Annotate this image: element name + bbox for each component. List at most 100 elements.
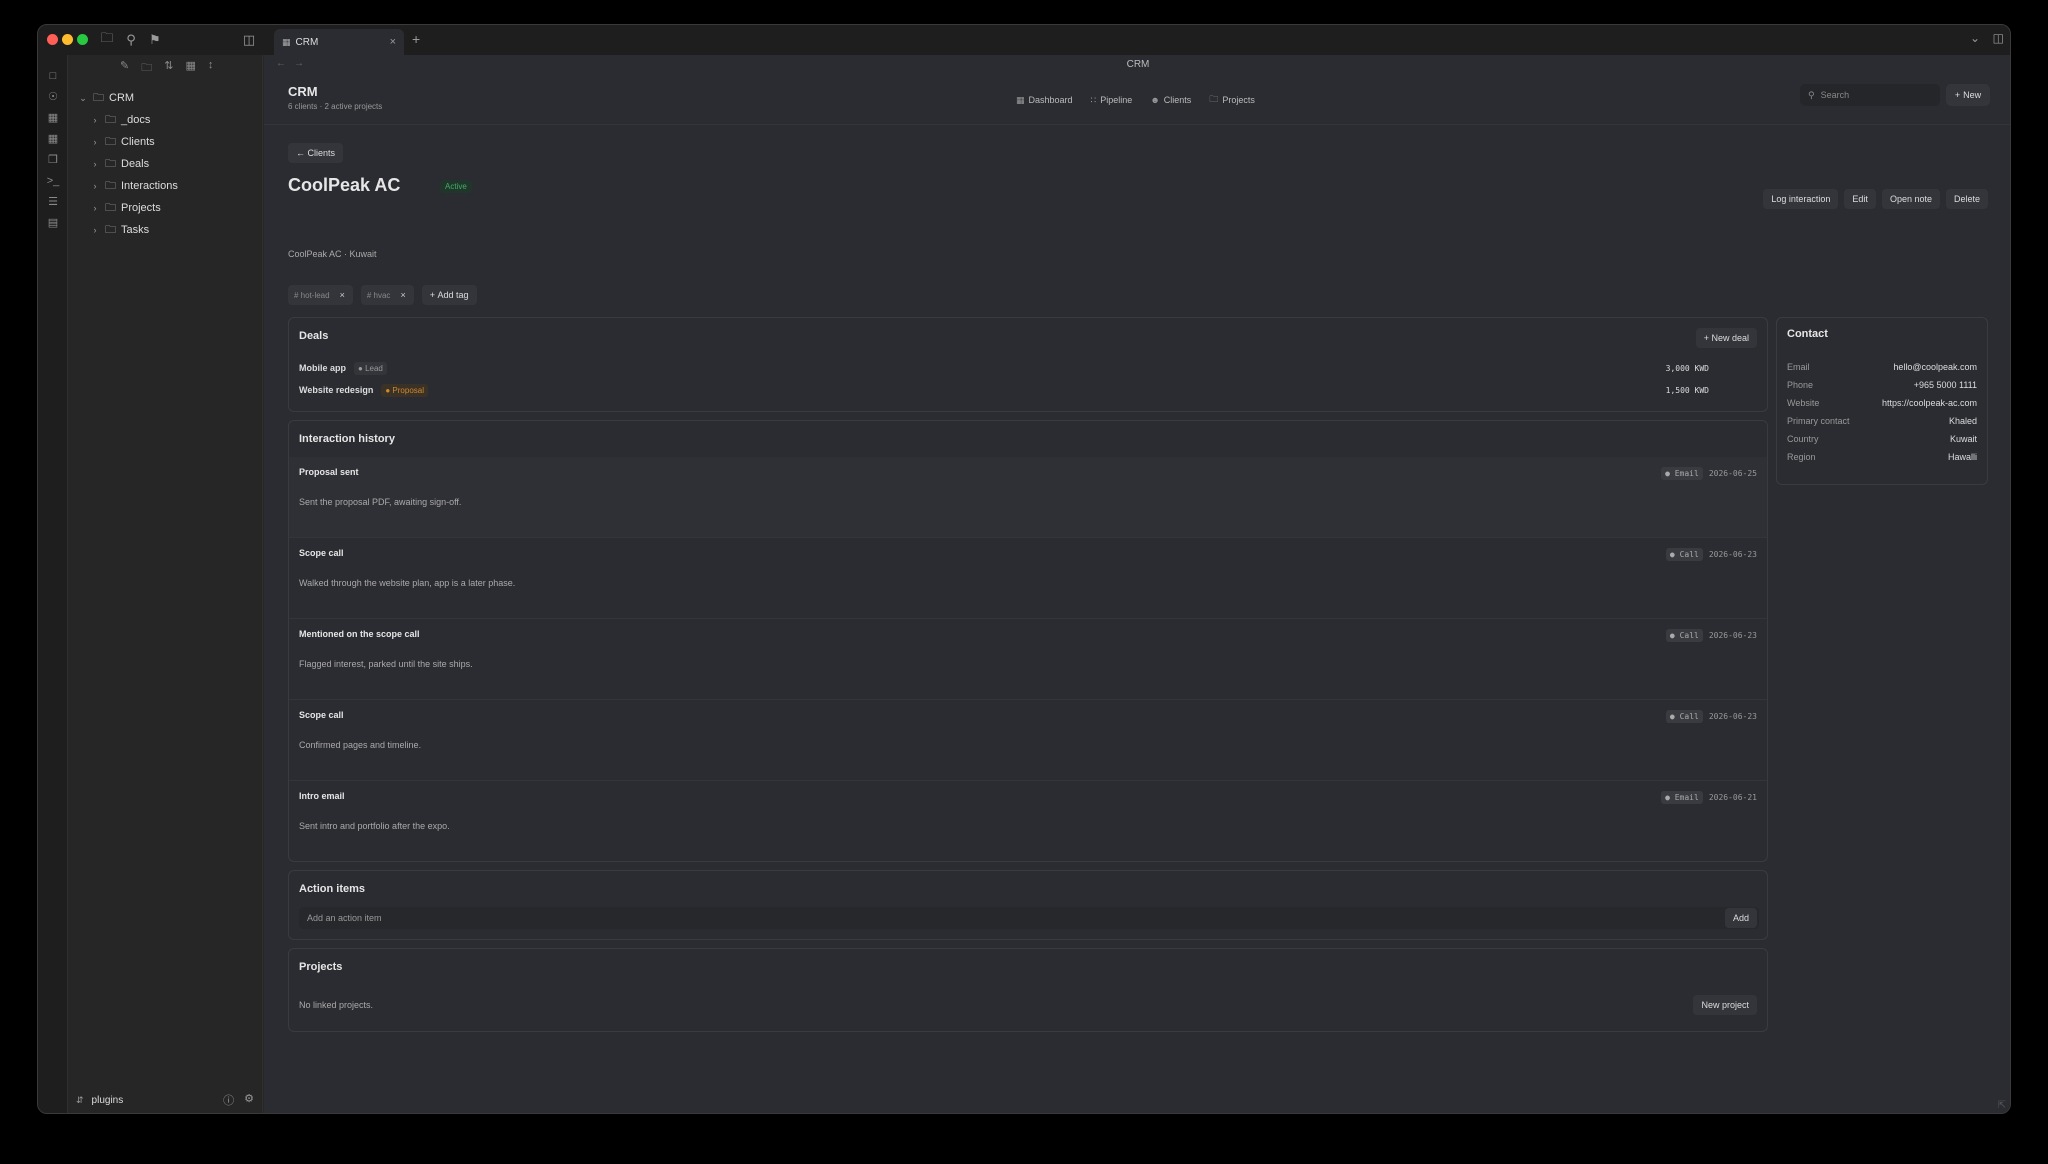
contact-title: Contact [1787,328,1828,340]
action-item-input[interactable]: Add an action item [299,907,1759,929]
interaction-description: Confirmed pages and timeline. [299,740,422,750]
open-note-button[interactable]: Open note [1881,189,1940,209]
tag-chip[interactable]: # hvac × [360,285,414,305]
close-icon[interactable]: × [400,290,405,300]
tab-label: CRM [295,36,319,48]
minimize-window-button[interactable] [62,34,73,45]
maximize-window-button[interactable] [77,34,88,45]
chevron-updown-icon: ⇵ [76,1094,84,1105]
contact-value[interactable]: hello@coolpeak.com [1893,362,1977,372]
back-to-clients-button[interactable]: ← Clients [288,143,344,163]
interaction-title: Mentioned on the scope call [299,629,420,639]
terminal-icon[interactable]: >_ [38,170,68,191]
tab-close-icon[interactable]: × [390,36,396,48]
client-actions: Log interaction Edit Open note Delete [1763,189,1988,209]
new-tab-icon[interactable]: + [412,31,420,47]
interaction-type: Call [1679,712,1699,721]
contact-row-phone: Phone +965 5000 1111 [1787,380,1977,390]
new-folder-icon[interactable]: 🗀 [141,59,152,79]
tree-item-projects[interactable]: › 🗀 Projects [68,197,262,219]
sort-icon[interactable]: ⇅ [164,59,173,79]
new-deal-button[interactable]: + New deal [1695,328,1757,348]
contact-row-region: Region Hawalli [1787,452,1977,462]
gear-icon[interactable]: ⚙ [244,1092,254,1108]
interaction-row[interactable]: Intro email ● Email 2026-06-21 Sent intro… [289,781,1767,862]
vault-name: plugins [91,1094,124,1106]
search-icon[interactable]: ⚲ [122,31,140,49]
calendar-icon[interactable]: ▦ [38,128,68,149]
help-icon[interactable]: ⓘ [223,1092,234,1108]
contact-value[interactable]: +965 5000 1111 [1914,380,1977,390]
vault-switcher[interactable]: ⇵ plugins ⓘ ⚙ [68,1085,262,1113]
book-icon[interactable]: ▤ [38,212,68,233]
action-item-placeholder: Add an action item [307,913,382,923]
tree-item-crm[interactable]: ⌄ 🗀 CRM [68,87,262,109]
plus-icon: + [1954,90,1961,100]
action-items-title: Action items [299,883,366,895]
search-input[interactable]: ⚲ Search [1800,84,1940,106]
interaction-row[interactable]: Mentioned on the scope call ● Call 2026-0… [289,619,1767,700]
nav-clients[interactable]: ☻ Clients [1150,92,1191,108]
canvas-icon[interactable]: ▦ [38,107,68,128]
add-action-item-button[interactable]: Add [1724,908,1757,928]
nav-pipeline[interactable]: ∷ Pipeline [1091,92,1133,108]
list-icon[interactable]: ☰ [38,191,68,212]
nav-dashboard[interactable]: ▦ Dashboard [1016,92,1073,108]
folder-icon: 🗀 [105,157,116,170]
interaction-row[interactable]: Scope call ● Call 2026-06-23 Confirmed pa… [289,700,1767,781]
chevron-down-icon[interactable]: ⌄ [1970,31,1980,45]
tree-item-deals[interactable]: › 🗀 Deals [68,153,262,175]
tree-item-interactions[interactable]: › 🗀 Interactions [68,175,262,197]
folder-icon: 🗀 [1209,94,1219,104]
interaction-row[interactable]: Scope call ● Call 2026-06-23 Walked throu… [289,538,1767,619]
sidebar-toggle-icon[interactable]: ◫ [240,31,258,49]
tree-item-tasks[interactable]: › 🗀 Tasks [68,219,262,241]
copy-icon[interactable]: ❐ [38,149,68,170]
tree-item-docs[interactable]: › 🗀 _docs [68,109,262,131]
close-icon[interactable]: × [340,290,345,300]
deal-stage-badge: ● Lead [354,361,387,375]
tag-chip[interactable]: # hot-lead × [288,285,353,305]
new-project-button[interactable]: New project [1693,995,1757,1015]
folder-icon: 🗀 [105,201,116,214]
contact-value[interactable]: https://coolpeak-ac.com [1882,398,1977,408]
folder-icon: 🗀 [105,179,116,192]
note-nav-row: ←→ CRM [264,55,2010,75]
collapse-icon[interactable]: ▦ [185,59,195,79]
chevron-down-icon: ⌄ [79,92,87,103]
ribbon: □ ☉ ▦ ▦ ❐ >_ ☰ ▤ [38,55,68,1113]
interaction-row[interactable]: Proposal sent ● Email 2026-06-25 Sent the… [289,457,1767,538]
contact-key: Region [1787,452,1816,462]
contact-value: Kuwait [1949,434,1977,444]
interaction-meta: ● Call 2026-06-23 [1665,548,1757,561]
deal-row[interactable]: Mobile app ● Lead 3,000 KWD [299,360,1709,376]
add-tag-button[interactable]: + Add tag [421,285,477,305]
interaction-type-badge: ● Email [1661,467,1703,480]
new-note-icon[interactable]: □ [38,65,68,86]
tab-crm[interactable]: ▦ CRM × [274,29,404,55]
close-window-button[interactable] [47,34,58,45]
log-interaction-button[interactable]: Log interaction [1763,189,1839,209]
main-pane: ←→ CRM CRM 6 clients · 2 active projects… [264,55,2010,1113]
edit-button[interactable]: Edit [1844,189,1876,209]
action-items-card: Action items Add an action item Add [288,870,1768,940]
deal-amount: 1,500 KWD [1665,385,1709,395]
tree-item-clients[interactable]: › 🗀 Clients [68,131,262,153]
bookmark-icon[interactable]: ⚑ [146,31,164,49]
nav-projects[interactable]: 🗀 Projects [1209,92,1255,108]
new-note-icon[interactable]: ✎ [120,59,129,79]
new-button[interactable]: + New [1946,84,1990,106]
graph-icon[interactable]: ☉ [38,86,68,107]
pipeline-icon: ∷ [1090,94,1097,105]
resize-handle-icon[interactable]: ⇱ [1998,1100,2006,1111]
title-bar: 🗀 ⚲ ⚑ ◫ ▦ CRM × + ⌄ ◫ [38,25,2010,55]
contact-key: Country [1787,434,1819,444]
crm-header: CRM 6 clients · 2 active projects ▦ Dashb… [264,75,2010,125]
folder-icon[interactable]: 🗀 [98,30,116,49]
crm-subtitle: 6 clients · 2 active projects [288,102,383,111]
delete-button[interactable]: Delete [1945,189,1988,209]
contact-value: Hawalli [1947,452,1977,462]
expand-icon[interactable]: ↕ [208,59,214,79]
right-sidebar-toggle-icon[interactable]: ◫ [1993,31,2004,45]
deal-row[interactable]: Website redesign ● Proposal 1,500 KWD [299,382,1709,398]
